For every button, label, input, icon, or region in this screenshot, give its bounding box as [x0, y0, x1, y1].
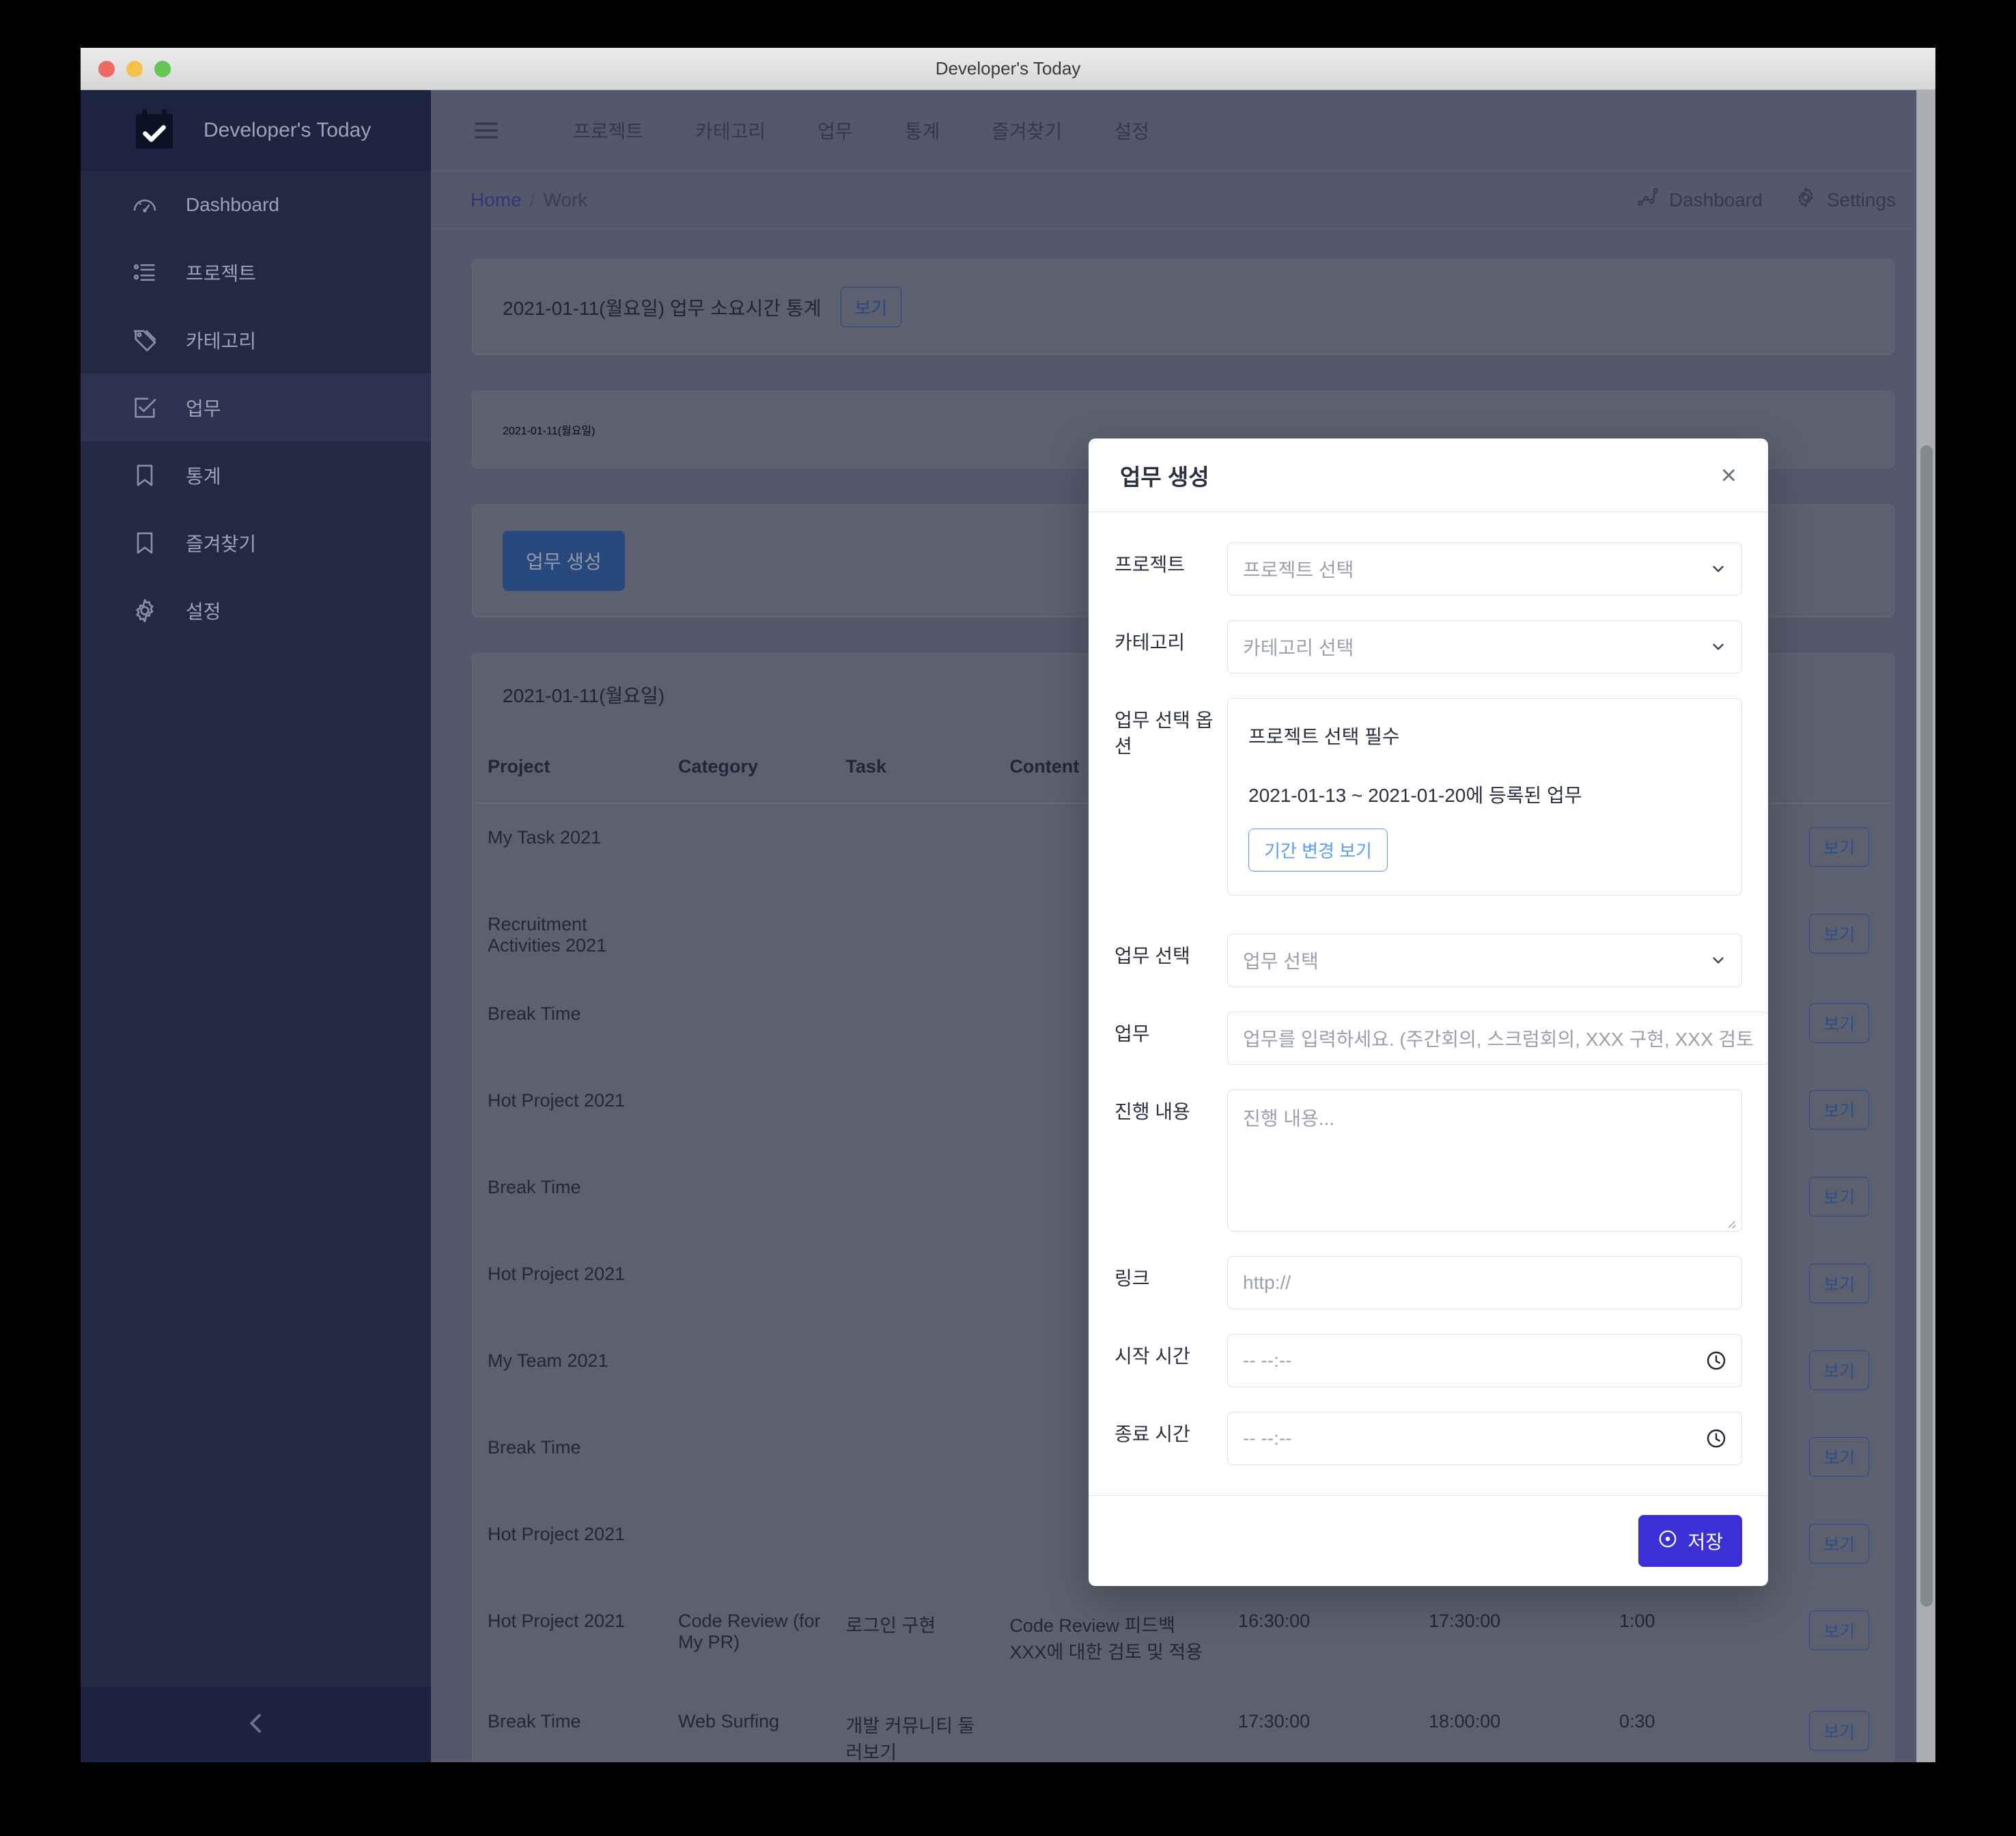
save-button[interactable]: 저장 — [1638, 1515, 1742, 1567]
sidebar-item-settings[interactable]: 설정 — [81, 576, 431, 644]
start-time-placeholder: -- --:-- — [1243, 1350, 1292, 1372]
task-input[interactable]: 업무를 입력하세요. (주간회의, 스크럼회의, XXX 구현, XXX 검토 — [1227, 1012, 1768, 1065]
close-window-button[interactable] — [98, 61, 115, 77]
clock-icon[interactable] — [1705, 1428, 1727, 1449]
maximize-window-button[interactable] — [154, 61, 171, 77]
category-label: 카테고리 — [1115, 620, 1227, 656]
save-circle-icon — [1657, 1529, 1678, 1554]
sidebar-item-dashboard[interactable]: Dashboard — [81, 171, 431, 238]
field-row-category: 카테고리 카테고리 선택 — [1115, 620, 1742, 673]
bookmark-icon — [131, 529, 158, 557]
category-select[interactable]: 카테고리 선택 — [1227, 620, 1742, 673]
minimize-window-button[interactable] — [126, 61, 143, 77]
field-row-task-option: 업무 선택 옵션 프로젝트 선택 필수 2021-01-13 ~ 2021-01… — [1115, 698, 1742, 895]
sidebar-item-label: 프로젝트 — [186, 259, 256, 286]
close-icon[interactable]: × — [1721, 462, 1737, 489]
end-time-placeholder: -- --:-- — [1243, 1428, 1292, 1449]
link-label: 링크 — [1115, 1256, 1227, 1292]
sidebar-item-label: 설정 — [186, 597, 221, 624]
progress-textarea[interactable]: 진행 내용... — [1227, 1089, 1742, 1232]
end-time-input[interactable]: -- --:-- — [1227, 1412, 1742, 1465]
gear-icon — [131, 597, 158, 624]
task-select-value: 업무 선택 — [1243, 947, 1319, 974]
link-input[interactable]: http:// — [1227, 1256, 1742, 1309]
field-row-progress: 진행 내용 진행 내용... — [1115, 1089, 1742, 1232]
sidebar-collapse-button[interactable] — [81, 1687, 431, 1762]
sidebar-brand[interactable]: Developer's Today — [81, 90, 431, 171]
end-time-label: 종료 시간 — [1115, 1412, 1227, 1447]
sidebar-item-label: 즐겨찾기 — [186, 529, 256, 557]
field-row-end-time: 종료 시간 -- --:-- — [1115, 1412, 1742, 1465]
task-select-label: 업무 선택 — [1115, 934, 1227, 969]
window-traffic-lights — [98, 61, 171, 77]
resize-grip-icon[interactable] — [1722, 1213, 1737, 1228]
task-option-range-text: 2021-01-13 ~ 2021-01-20에 등록된 업무 — [1248, 781, 1721, 808]
task-check-icon — [131, 394, 158, 421]
field-row-start-time: 시작 시간 -- --:-- — [1115, 1334, 1742, 1387]
sidebar-item-label: 통계 — [186, 462, 221, 489]
start-time-label: 시작 시간 — [1115, 1334, 1227, 1369]
category-select-value: 카테고리 선택 — [1243, 633, 1354, 660]
sidebar-item-categories[interactable]: 카테고리 — [81, 306, 431, 374]
start-time-input[interactable]: -- --:-- — [1227, 1334, 1742, 1387]
sidebar-brand-label: Developer's Today — [204, 119, 371, 142]
calendar-check-icon — [130, 106, 179, 155]
window-title: Developer's Today — [936, 58, 1081, 79]
change-period-button[interactable]: 기간 변경 보기 — [1248, 829, 1388, 872]
chevron-down-icon — [1709, 951, 1727, 969]
progress-placeholder: 진행 내용... — [1243, 1108, 1334, 1129]
field-row-task: 업무 업무를 입력하세요. (주간회의, 스크럼회의, XXX 구현, XXX … — [1115, 1012, 1742, 1065]
create-task-modal: 업무 생성 × 프로젝트 프로젝트 선택 — [1089, 439, 1768, 1586]
chevron-down-icon — [1709, 638, 1727, 656]
app-root: Developer's Today Dashboard — [81, 90, 1935, 1762]
sidebar-item-work[interactable]: 업무 — [81, 374, 431, 441]
chevron-down-icon — [1709, 560, 1727, 578]
task-input-placeholder: 업무를 입력하세요. (주간회의, 스크럼회의, XXX 구현, XXX 검토 — [1243, 1025, 1754, 1052]
sidebar-item-label: Dashboard — [186, 194, 279, 216]
sidebar-item-projects[interactable]: 프로젝트 — [81, 238, 431, 306]
task-select[interactable]: 업무 선택 — [1227, 934, 1742, 987]
gauge-icon — [131, 191, 158, 219]
field-row-task-select: 업무 선택 업무 선택 — [1115, 934, 1742, 987]
application-window: Developer's Today Developer's Today — [81, 48, 1935, 1762]
sidebar-item-label: 카테고리 — [186, 326, 256, 354]
list-icon — [131, 259, 158, 286]
bookmark-icon — [131, 462, 158, 489]
modal-header: 업무 생성 × — [1089, 439, 1768, 512]
progress-label: 진행 내용 — [1115, 1089, 1227, 1125]
modal-title: 업무 생성 — [1120, 459, 1209, 492]
task-option-requirement-text: 프로젝트 선택 필수 — [1248, 722, 1721, 749]
main-content: 프로젝트 카테고리 업무 통계 즐겨찾기 설정 Home / Work — [431, 90, 1935, 1762]
task-label: 업무 — [1115, 1012, 1227, 1047]
sidebar-item-label: 업무 — [186, 394, 221, 421]
project-select[interactable]: 프로젝트 선택 — [1227, 542, 1742, 596]
sidebar-item-favorites[interactable]: 즐겨찾기 — [81, 509, 431, 576]
field-row-project: 프로젝트 프로젝트 선택 — [1115, 542, 1742, 596]
save-button-label: 저장 — [1688, 1527, 1723, 1555]
modal-body: 프로젝트 프로젝트 선택 카테고리 — [1089, 512, 1768, 1495]
window-titlebar: Developer's Today — [81, 48, 1935, 90]
project-label: 프로젝트 — [1115, 542, 1227, 578]
tag-icon — [131, 326, 158, 354]
link-input-placeholder: http:// — [1243, 1272, 1291, 1294]
sidebar: Developer's Today Dashboard — [81, 90, 431, 1762]
project-select-value: 프로젝트 선택 — [1243, 555, 1354, 583]
clock-icon[interactable] — [1705, 1350, 1727, 1372]
sidebar-item-statistics[interactable]: 통계 — [81, 441, 431, 509]
task-option-label: 업무 선택 옵션 — [1115, 698, 1227, 760]
field-row-link: 링크 http:// — [1115, 1256, 1742, 1309]
chevron-left-icon — [242, 1710, 270, 1740]
modal-footer: 저장 — [1089, 1495, 1768, 1586]
task-option-infobox: 프로젝트 선택 필수 2021-01-13 ~ 2021-01-20에 등록된 … — [1227, 698, 1742, 895]
